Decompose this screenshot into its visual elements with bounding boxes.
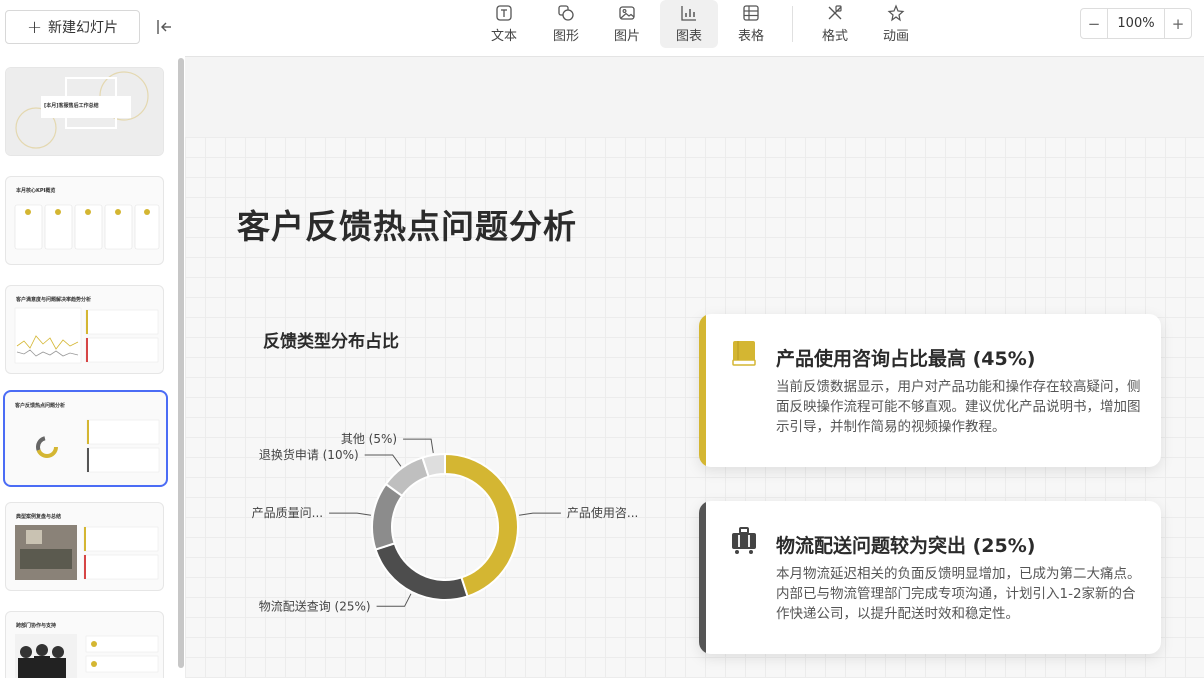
book-icon — [732, 341, 756, 366]
slide-sidebar: + 新建幻灯片 [本月]客服售后工作总结 本月核心KPI概览 客户满意度与问题解… — [0, 0, 185, 678]
text-tool-label: 文本 — [490, 29, 517, 44]
format-icon — [828, 5, 842, 20]
donut-leader-line-2 — [376, 593, 412, 607]
thumbnail-1-background — [6, 68, 163, 155]
feedback-donut-chart[interactable]: 产品使用咨... 物流配送查询 (25%) 产品质量问... 退换货申请 (10%)其… — [245, 372, 685, 652]
sidebar-scrollbar[interactable] — [178, 58, 184, 668]
donut-label-2: 物流配送查询 (25%) — [259, 598, 371, 613]
new-slide-label: 新建幻灯片 — [48, 20, 119, 36]
donut-label-1: 产品使用咨... — [567, 505, 638, 520]
text-icon — [496, 5, 512, 21]
slide-thumbnail-5[interactable]: 典型案例复盘与总结 — [5, 502, 164, 591]
thumbnail-4-preview — [36, 419, 160, 473]
shapes-tool-label: 图形 — [552, 29, 579, 44]
card-accent-bar — [699, 501, 706, 654]
editor-canvas: 客户反馈热点问题分析 反馈类型分布占比 产品使用咨... 物流配送查询 (25%)… — [185, 57, 1204, 678]
donut-leader-line-4 — [364, 454, 402, 467]
toolbar-divider — [792, 6, 793, 42]
top-toolbar: 文本 图形 图片 图表 表格 格式 动画 − 100% + — [185, 0, 1204, 57]
zoom-out-button[interactable]: − — [1081, 9, 1107, 38]
slide-thumbnail-list: [本月]客服售后工作总结 本月核心KPI概览 客户满意度与问题解决率趋势分析 客… — [0, 58, 176, 678]
table-tool-label: 表格 — [737, 29, 764, 44]
card-title: 物流配送问题较为突出 (25%) — [776, 535, 1036, 557]
thumbnail-3-trend-chart — [14, 307, 159, 364]
format-tool-button[interactable]: 格式 — [806, 0, 864, 48]
shapes-tool-button[interactable]: 图形 — [537, 0, 595, 48]
donut-label-4: 退换货申请 (10%) — [259, 447, 359, 462]
thumbnail-1-title: [本月]客服售后工作总结 — [44, 103, 99, 109]
slide-thumbnail-1[interactable]: [本月]客服售后工作总结 — [5, 67, 164, 156]
card-body: 当前反馈数据显示，用户对产品功能和操作存在较高疑问，侧面反映操作流程可能不够直观… — [776, 379, 1141, 435]
donut-leader-line-3 — [329, 512, 372, 516]
thumbnail-5-preview — [15, 525, 159, 580]
image-tool-label: 图片 — [613, 29, 640, 44]
donut-label-5: 其他 (5%) — [341, 432, 397, 446]
donut-label-3: 产品质量问... — [252, 506, 323, 520]
image-tool-button[interactable]: 图片 — [598, 0, 656, 48]
animation-tool-button[interactable]: 动画 — [867, 0, 925, 48]
table-tool-button[interactable]: 表格 — [722, 0, 780, 48]
new-slide-button[interactable]: + 新建幻灯片 — [5, 10, 140, 44]
table-icon — [743, 5, 759, 21]
text-tool-button[interactable]: 文本 — [475, 0, 533, 48]
card-accent-bar — [699, 314, 706, 467]
shapes-icon — [558, 5, 574, 21]
insight-card-logistics[interactable]: 物流配送问题较为突出 (25%) 本月物流延迟相关的负面反馈明显增加，已成为第二… — [699, 501, 1161, 654]
luggage-icon — [732, 527, 756, 554]
insight-card-product-usage[interactable]: 产品使用咨询占比最高 (45%) 当前反馈数据显示，用户对产品功能和操作存在较高… — [699, 314, 1161, 467]
donut-slice-2[interactable] — [374, 542, 469, 601]
zoom-control: − 100% + — [1080, 8, 1192, 39]
current-slide[interactable]: 客户反馈热点问题分析 反馈类型分布占比 产品使用咨... 物流配送查询 (25%)… — [185, 137, 1204, 678]
slide-title[interactable]: 客户反馈热点问题分析 — [237, 200, 577, 248]
slide-thumbnail-6[interactable]: 跨部门协作与支持 — [5, 611, 164, 678]
slide-thumbnail-4[interactable]: 客户反馈热点问题分析 — [3, 390, 168, 487]
slide-thumbnail-2[interactable]: 本月核心KPI概览 — [5, 176, 164, 265]
zoom-in-button[interactable]: + — [1165, 9, 1191, 38]
animation-tool-label: 动画 — [882, 29, 909, 44]
donut-leader-line-1 — [518, 512, 561, 516]
card-body: 本月物流延迟相关的负面反馈明显增加，已成为第二大痛点。内部已与物流管理部门完成专… — [776, 566, 1141, 622]
chart-icon — [681, 6, 696, 21]
animation-icon — [887, 4, 905, 22]
thumbnail-2-kpi-cards — [14, 204, 160, 250]
chart-title[interactable]: 反馈类型分布占比 — [263, 327, 399, 352]
card-title: 产品使用咨询占比最高 (45%) — [776, 348, 1036, 370]
image-icon — [619, 6, 635, 20]
donut-leader-line-5 — [403, 438, 434, 454]
thumbnail-6-preview — [15, 634, 159, 678]
zoom-level[interactable]: 100% — [1107, 9, 1165, 38]
chart-tool-label: 图表 — [675, 29, 702, 44]
plus-icon: + — [26, 16, 43, 38]
chart-tool-button[interactable]: 图表 — [660, 0, 718, 48]
slide-thumbnail-3[interactable]: 客户满意度与问题解决率趋势分析 — [5, 285, 164, 374]
donut-slice-3[interactable] — [371, 482, 404, 551]
format-tool-label: 格式 — [821, 29, 848, 44]
donut-slice-1[interactable] — [444, 452, 519, 598]
collapse-sidebar-icon[interactable] — [153, 16, 175, 38]
